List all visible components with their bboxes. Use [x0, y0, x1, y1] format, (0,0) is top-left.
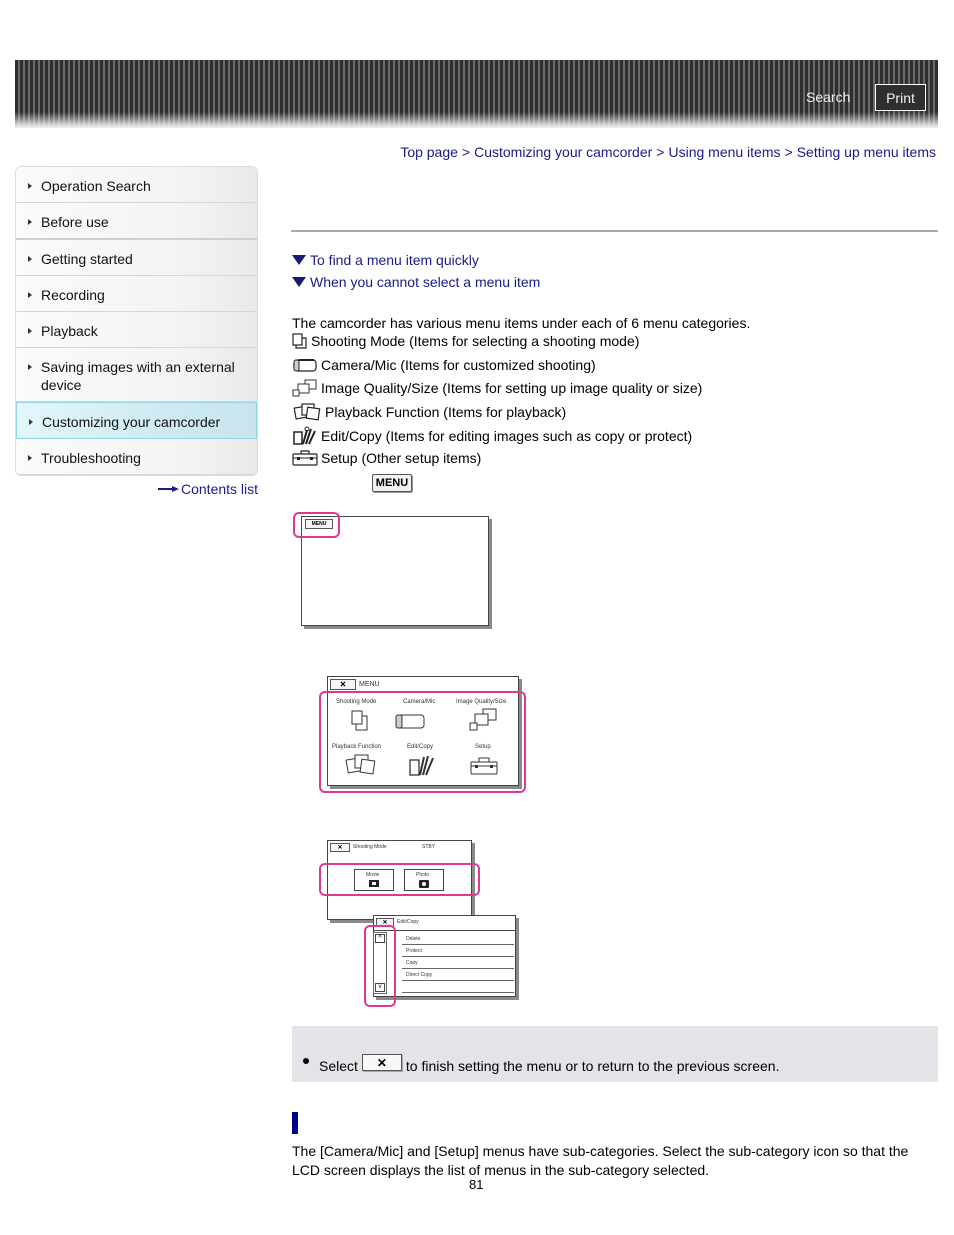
category-image-quality: Image Quality/Size (Items for setting up…: [292, 379, 702, 397]
sidebar-item-recording[interactable]: Recording: [16, 276, 257, 312]
list-item: Direct Copy: [402, 969, 514, 981]
sidebar-nav: Operation Search Before use Getting star…: [15, 166, 258, 476]
sidebar-item-label: Troubleshooting: [41, 450, 141, 466]
category-text: Setup (Other setup items): [321, 450, 482, 466]
lcd-title: MENU: [359, 681, 380, 688]
jump-link-find-quickly[interactable]: To find a menu item quickly: [292, 252, 479, 268]
breadcrumb-separator: >: [461, 144, 471, 160]
triangle-down-icon: [292, 255, 306, 265]
close-key-icon: ✕: [361, 1054, 402, 1071]
setup-icon: [292, 450, 318, 466]
list-item-label: Copy: [406, 960, 418, 966]
sidebar-item-operation-search[interactable]: Operation Search: [16, 167, 257, 203]
sidebar-item-label: Operation Search: [41, 178, 151, 194]
note-prefix: Select: [319, 1057, 358, 1074]
arrow-right-icon: [158, 486, 179, 492]
breadcrumb: Top page > Customizing your camcorder > Usin…: [400, 144, 936, 160]
category-shooting-mode: Shooting Mode (Items for selecting a sho…: [292, 333, 639, 349]
sidebar-item-label: Before use: [41, 214, 109, 230]
arrow-right-icon: [28, 328, 32, 334]
breadcrumb-separator: >: [656, 144, 665, 160]
sidebar-item-customizing[interactable]: Customizing your camcorder: [16, 402, 257, 439]
category-edit-copy: Edit/Copy (Items for editing images such…: [292, 426, 692, 446]
sidebar-item-saving-images[interactable]: Saving images with an external device: [16, 348, 257, 402]
arrow-right-icon: [29, 419, 33, 425]
breadcrumb-separator: >: [784, 144, 793, 160]
breadcrumb-setting-up-menu-items[interactable]: Setting up menu items: [797, 144, 936, 160]
category-text: Camera/Mic (Items for customized shootin…: [321, 357, 596, 373]
subcategory-paragraph: The [Camera/Mic] and [Setup] menus have …: [292, 1143, 909, 1178]
edit-copy-icon: [293, 426, 316, 445]
jump-link-label: To find a menu item quickly: [310, 252, 479, 268]
highlight-frame: [319, 691, 526, 793]
triangle-down-icon: [292, 277, 306, 287]
diagram-edit-copy-list: ✕ Edit/Copy ^ v Delete Protect Copy Dire…: [360, 912, 525, 1010]
image-quality-size-icon: [292, 379, 317, 397]
sidebar-item-label: Saving images with an external device: [41, 359, 235, 393]
arrow-right-icon: [28, 183, 32, 189]
arrow-right-icon: [28, 292, 32, 298]
list-item-empty: [402, 981, 514, 993]
bullet-icon: [303, 1058, 309, 1064]
print-button[interactable]: Print: [875, 84, 926, 111]
sidebar-item-maintenance[interactable]: Maintenance and precautions: [16, 475, 257, 476]
arrow-right-icon: [28, 219, 32, 225]
intro-text: The camcorder has various menu items und…: [292, 315, 751, 331]
breadcrumb-top-page[interactable]: Top page: [400, 144, 458, 160]
note-suffix: to finish setting the menu or to return …: [405, 1057, 780, 1074]
breadcrumb-customizing[interactable]: Customizing your camcorder: [474, 144, 652, 160]
breadcrumb-using-menu-items[interactable]: Using menu items: [668, 144, 780, 160]
sidebar-item-label: Customizing your camcorder: [42, 414, 221, 430]
category-text: Shooting Mode (Items for selecting a sho…: [311, 333, 640, 349]
menu-key-icon: MENU: [372, 474, 412, 492]
lcd-title: Edit/Copy: [397, 919, 419, 925]
sidebar-item-getting-started[interactable]: Getting started: [16, 240, 257, 276]
list-item: Delete: [402, 933, 514, 945]
note-box: Select ✕ to finish setting the menu or t…: [292, 1026, 938, 1082]
category-text: Edit/Copy (Items for editing images such…: [321, 428, 693, 444]
arrow-right-icon: [28, 455, 32, 461]
list-item: Protect: [402, 945, 514, 957]
highlight-frame: [364, 925, 396, 1007]
arrow-right-icon: [28, 256, 32, 262]
sidebar-item-troubleshooting[interactable]: Troubleshooting: [16, 439, 257, 475]
sidebar-item-label: Getting started: [41, 251, 133, 267]
playback-function-icon: [293, 403, 321, 421]
note-text: Select ✕ to finish setting the menu or t…: [319, 1054, 780, 1074]
list-item-label: Protect: [406, 948, 422, 954]
sidebar-item-label: Recording: [41, 287, 105, 303]
section-heading-marker: [292, 1112, 298, 1134]
category-setup: Setup (Other setup items): [292, 449, 481, 467]
highlight-frame: [319, 863, 480, 896]
camera-mic-icon: [293, 359, 317, 372]
header-bar: [15, 60, 938, 128]
search-link[interactable]: Search: [806, 89, 850, 105]
diagram-lcd-menu-button: MENU: [292, 510, 497, 630]
sidebar-item-label: Playback: [41, 323, 98, 339]
contents-list-label: Contents list: [181, 481, 259, 497]
jump-link-cannot-select[interactable]: When you cannot select a menu item: [292, 274, 540, 290]
arrow-right-icon: [28, 364, 32, 370]
diagram-menu-categories: ✕ MENU Shooting Mode Camera/Mic Image Qu…: [316, 674, 531, 796]
page-number: 81: [469, 1177, 484, 1192]
highlight-frame: [293, 512, 340, 538]
sidebar-item-playback[interactable]: Playback: [16, 312, 257, 348]
category-playback-function: Playback Function (Items for playback): [292, 402, 566, 422]
shooting-mode-icon: [292, 333, 307, 349]
title-divider: [291, 230, 938, 232]
list-item: Copy: [402, 957, 514, 969]
jump-link-label: When you cannot select a menu item: [310, 274, 541, 290]
lcd-close-button: ✕: [330, 843, 350, 852]
category-camera-mic: Camera/Mic (Items for customized shootin…: [292, 357, 596, 373]
lcd-title: Shooting Mode: [353, 844, 387, 850]
lcd-close-button: ✕: [330, 679, 356, 690]
list-item-label: Delete: [406, 936, 421, 942]
list-item-label: Direct Copy: [406, 972, 433, 978]
contents-list-link[interactable]: Contents list: [158, 481, 258, 497]
lcd-status: STBY: [422, 844, 436, 850]
sidebar-item-before-use[interactable]: Before use: [16, 203, 257, 240]
category-text: Playback Function (Items for playback): [325, 404, 567, 420]
category-text: Image Quality/Size (Items for setting up…: [321, 380, 703, 396]
